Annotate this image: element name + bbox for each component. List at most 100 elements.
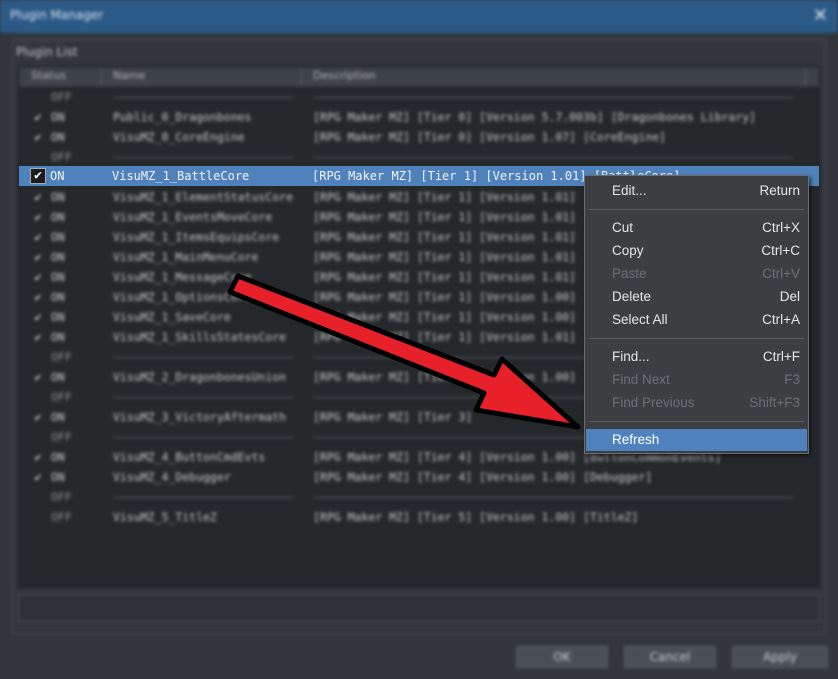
checkmark-icon[interactable]: ✔	[31, 210, 45, 224]
divider-line	[113, 497, 293, 498]
table-row[interactable]: ✔ ON VisuMZ_0_CoreEngine [RPG Maker MZ] [Ti…	[19, 127, 819, 147]
row-description: [RPG Maker MZ] [Tier 1] [Version 1.00]	[313, 310, 577, 324]
menu-item-refresh[interactable]: Refresh	[586, 429, 807, 451]
row-name: VisuMZ_1_EventsMoveCore	[113, 210, 273, 224]
menu-separator	[589, 209, 804, 210]
divider-line	[313, 157, 793, 158]
table-row-divider[interactable]: OFF	[19, 487, 819, 507]
row-name: VisuMZ_5_TitleZ	[113, 510, 217, 524]
menu-item-label: Cut	[612, 220, 634, 235]
row-status: ON	[51, 450, 65, 464]
table-row-divider[interactable]: OFF	[19, 147, 819, 167]
column-header-status[interactable]: Status	[31, 69, 66, 82]
table-row[interactable]: ✔ ON VisuMZ_4_Debugger [RPG Maker MZ] [Tier…	[19, 467, 819, 487]
context-menu: Edit... Return Cut Ctrl+X Copy Ctrl+C Paste Ctr…	[584, 175, 809, 454]
row-name: VisuMZ_0_CoreEngine	[113, 130, 245, 144]
row-status: ON	[51, 310, 65, 324]
checkmark-icon[interactable]: ✔	[31, 230, 45, 244]
checkmark-icon[interactable]: ✔	[31, 410, 45, 424]
menu-item-cut[interactable]: Cut Ctrl+X	[586, 217, 807, 239]
table-row[interactable]: OFF VisuMZ_5_TitleZ [RPG Maker MZ] [Tier 5…	[19, 507, 819, 527]
table-row[interactable]: ✔ ON Public_0_Dragonbones [RPG Maker MZ] [T…	[19, 107, 819, 127]
row-description: [RPG Maker MZ] [Tier 2] [Version 1.00]	[313, 370, 577, 384]
divider-line	[113, 357, 293, 358]
row-name: VisuMZ_4_Debugger	[113, 470, 231, 484]
checkmark-icon[interactable]: ✔	[31, 270, 45, 284]
checkmark-icon[interactable]: ✔	[31, 450, 45, 464]
row-status: ON	[51, 330, 65, 344]
row-description: [RPG Maker MZ] [Tier 1] [Version 1.01]	[313, 230, 577, 244]
row-status: OFF	[51, 350, 72, 364]
column-divider[interactable]	[101, 69, 102, 86]
row-description: [RPG Maker MZ] [Tier 0] [Version 5.7.003…	[313, 110, 757, 124]
row-status: ON	[51, 210, 65, 224]
menu-item-shortcut: Ctrl+F	[762, 349, 800, 364]
row-status: ON	[51, 190, 65, 204]
menu-item-find-next[interactable]: Find Next F3	[586, 369, 807, 391]
row-status: ON	[51, 470, 65, 484]
table-row-divider[interactable]: OFF	[19, 87, 819, 107]
row-status: ON	[50, 169, 65, 183]
menu-item-label: Find...	[612, 349, 650, 364]
row-name: VisuMZ_1_MainMenuCore	[113, 250, 259, 264]
row-status: ON	[51, 250, 65, 264]
row-status: OFF	[51, 90, 72, 104]
row-status: ON	[51, 130, 65, 144]
checkmark-icon[interactable]: ✔	[31, 290, 45, 304]
row-status: ON	[51, 110, 65, 124]
row-status: ON	[51, 290, 65, 304]
group-title: Plugin List	[16, 45, 78, 59]
column-divider[interactable]	[805, 69, 806, 86]
window-titlebar: Plugin Manager ✕	[0, 0, 838, 33]
row-status: OFF	[51, 390, 72, 404]
menu-item-copy[interactable]: Copy Ctrl+C	[586, 240, 807, 262]
menu-item-shortcut: Return	[759, 183, 800, 198]
checkmark-icon[interactable]: ✔	[31, 370, 45, 384]
menu-item-shortcut: F3	[784, 372, 800, 387]
menu-item-select-all[interactable]: Select All Ctrl+A	[586, 309, 807, 331]
apply-button[interactable]: Apply	[732, 646, 828, 668]
checkmark-icon[interactable]: ✔	[31, 250, 45, 264]
checkbox-checked-icon[interactable]: ✔	[30, 168, 46, 184]
divider-line	[113, 437, 293, 438]
menu-item-shortcut: Del	[779, 289, 800, 304]
ok-button[interactable]: OK	[516, 646, 608, 668]
row-name: VisuMZ_1_ItemsEquipsCore	[113, 230, 280, 244]
column-header-description[interactable]: Description	[313, 69, 376, 82]
menu-item-delete[interactable]: Delete Del	[586, 286, 807, 308]
menu-item-label: Refresh	[612, 432, 660, 447]
divider-line	[113, 97, 293, 98]
row-name: VisuMZ_1_ElementStatusCore	[113, 190, 294, 204]
menu-item-label: Edit...	[612, 183, 647, 198]
menu-separator	[589, 338, 804, 339]
checkmark-icon[interactable]: ✔	[31, 330, 45, 344]
menu-item-shortcut: Ctrl+C	[761, 243, 800, 258]
divider-line	[113, 157, 293, 158]
row-description: [RPG Maker MZ] [Tier 5] [Version 1.00] […	[313, 510, 639, 524]
checkmark-icon[interactable]: ✔	[31, 130, 45, 144]
menu-item-find-previous[interactable]: Find Previous Shift+F3	[586, 392, 807, 414]
row-name: VisuMZ_4_ButtonCmdEvts	[113, 450, 266, 464]
menu-separator	[589, 421, 804, 422]
divider-line	[313, 497, 793, 498]
row-status: OFF	[51, 490, 72, 504]
menu-item-label: Delete	[612, 289, 652, 304]
row-description: [RPG Maker MZ] [Tier 1] [Version 1.01]	[313, 250, 577, 264]
checkmark-icon[interactable]: ✔	[31, 110, 45, 124]
column-divider[interactable]	[301, 69, 302, 86]
cancel-button[interactable]: Cancel	[624, 646, 716, 668]
column-header-name[interactable]: Name	[113, 69, 145, 82]
close-icon[interactable]: ✕	[813, 5, 828, 26]
menu-item-edit[interactable]: Edit... Return	[586, 180, 807, 202]
row-status: ON	[51, 370, 65, 384]
checkmark-icon[interactable]: ✔	[31, 310, 45, 324]
divider-line	[113, 397, 293, 398]
menu-item-find[interactable]: Find... Ctrl+F	[586, 346, 807, 368]
checkmark-icon[interactable]: ✔	[31, 190, 45, 204]
checkmark-icon[interactable]: ✔	[31, 470, 45, 484]
menu-item-paste[interactable]: Paste Ctrl+V	[586, 263, 807, 285]
row-name: VisuMZ_2_DragonbonesUnion	[113, 370, 287, 384]
menu-item-shortcut: Ctrl+V	[762, 266, 800, 281]
row-description: [RPG Maker MZ] [Tier 1] [Version 1.00]	[313, 290, 577, 304]
row-description: [RPG Maker MZ] [Tier 0] [Version 1.07] […	[313, 130, 667, 144]
